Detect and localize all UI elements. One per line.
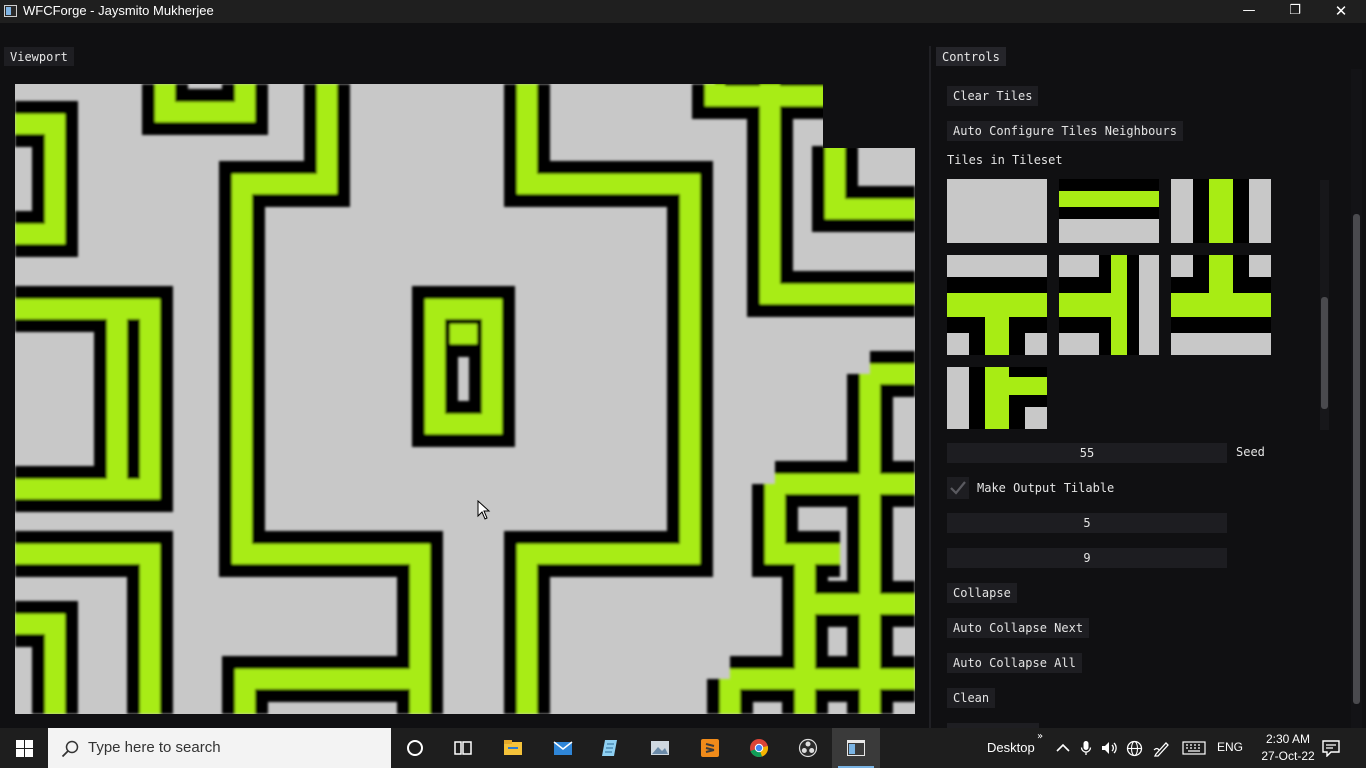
- wfcforge-taskbar-icon[interactable]: [832, 728, 880, 768]
- start-button[interactable]: [0, 728, 48, 768]
- taskbar: Type here to search Desktop » ENG 2:30 A…: [0, 728, 1366, 768]
- app-icon: [4, 5, 17, 17]
- auto-configure-neighbours-button[interactable]: Auto Configure Tiles Neighbours: [947, 121, 1183, 141]
- tile-horizontal-bar[interactable]: [1059, 179, 1159, 243]
- sublime-text-icon[interactable]: [686, 728, 734, 768]
- microphone-icon[interactable]: [1080, 740, 1092, 756]
- clear-tiles-button[interactable]: Clear Tiles: [947, 86, 1039, 106]
- task-view-icon[interactable]: [439, 728, 487, 768]
- action-center-icon[interactable]: [1322, 739, 1340, 757]
- clock-date[interactable]: 27-Oct-22: [1250, 749, 1326, 763]
- file-explorer-icon[interactable]: [489, 728, 537, 768]
- chrome-icon[interactable]: [735, 728, 783, 768]
- restore-button[interactable]: ❐: [1272, 0, 1318, 23]
- tile-t-up[interactable]: [1171, 255, 1271, 355]
- tileset-scrollbar[interactable]: [1320, 180, 1329, 430]
- controls-tab[interactable]: Controls: [936, 47, 1006, 66]
- tile-blank[interactable]: [947, 179, 1047, 243]
- viewport-canvas[interactable]: [15, 84, 915, 714]
- tile-vertical-bar[interactable]: [1171, 179, 1271, 243]
- make-tilable-checkbox[interactable]: [947, 477, 969, 499]
- notepad-icon[interactable]: [587, 728, 635, 768]
- mouse-cursor-icon: [477, 500, 491, 520]
- photos-icon[interactable]: [636, 728, 684, 768]
- output-height-input[interactable]: 9: [947, 548, 1227, 568]
- tiles-heading: Tiles in Tileset: [947, 153, 1063, 167]
- pen-workspace-icon[interactable]: [1153, 740, 1171, 757]
- desktop-toolbar-chevron-icon[interactable]: »: [1037, 731, 1043, 742]
- viewport-tab[interactable]: Viewport: [4, 47, 74, 66]
- auto-collapse-next-button[interactable]: Auto Collapse Next: [947, 618, 1090, 638]
- close-button[interactable]: ✕: [1318, 0, 1364, 23]
- clean-button[interactable]: Clean: [947, 688, 996, 708]
- title-bar: WFCForge - Jaysmito Mukherjee — ❐ ✕: [0, 0, 1366, 23]
- search-placeholder: Type here to search: [88, 739, 221, 756]
- obs-icon[interactable]: [784, 728, 832, 768]
- mail-icon[interactable]: [539, 728, 587, 768]
- tileset-scrollbar-thumb[interactable]: [1321, 297, 1328, 409]
- network-globe-icon[interactable]: [1126, 740, 1143, 757]
- cortana-icon[interactable]: [391, 728, 439, 768]
- touch-keyboard-icon[interactable]: [1182, 741, 1206, 755]
- windows-logo-icon: [16, 740, 24, 748]
- volume-icon[interactable]: [1101, 741, 1119, 755]
- viewport-corner-gap: [823, 84, 915, 148]
- clock-time[interactable]: 2:30 AM: [1258, 732, 1318, 746]
- controls-scrollbar-thumb[interactable]: [1353, 214, 1360, 704]
- make-tilable-label: Make Output Tilable: [977, 481, 1115, 495]
- input-language-indicator[interactable]: ENG: [1217, 740, 1243, 754]
- controls-panel: Clear Tiles Auto Configure Tiles Neighbo…: [936, 69, 1366, 728]
- seed-label: Seed: [1236, 445, 1265, 459]
- tile-t-down[interactable]: [947, 255, 1047, 355]
- wfc-output-image: [15, 84, 915, 714]
- checkmark-icon: [950, 481, 966, 495]
- collapse-button[interactable]: Collapse: [947, 583, 1017, 603]
- window-title: WFCForge - Jaysmito Mukherjee: [23, 3, 214, 18]
- minimize-button[interactable]: —: [1226, 0, 1272, 23]
- tile-corner[interactable]: [947, 367, 1047, 429]
- auto-collapse-all-button[interactable]: Auto Collapse All: [947, 653, 1082, 673]
- search-icon: [61, 740, 79, 758]
- controls-scrollbar[interactable]: [1351, 69, 1362, 728]
- tile-t-right[interactable]: [1059, 255, 1159, 355]
- chevron-up-icon[interactable]: [1056, 742, 1070, 754]
- desktop-toolbar-label[interactable]: Desktop: [987, 740, 1035, 755]
- seed-input[interactable]: 55: [947, 443, 1227, 463]
- output-width-input[interactable]: 5: [947, 513, 1227, 533]
- taskbar-search-box[interactable]: Type here to search: [48, 728, 391, 768]
- panel-splitter[interactable]: [929, 46, 931, 728]
